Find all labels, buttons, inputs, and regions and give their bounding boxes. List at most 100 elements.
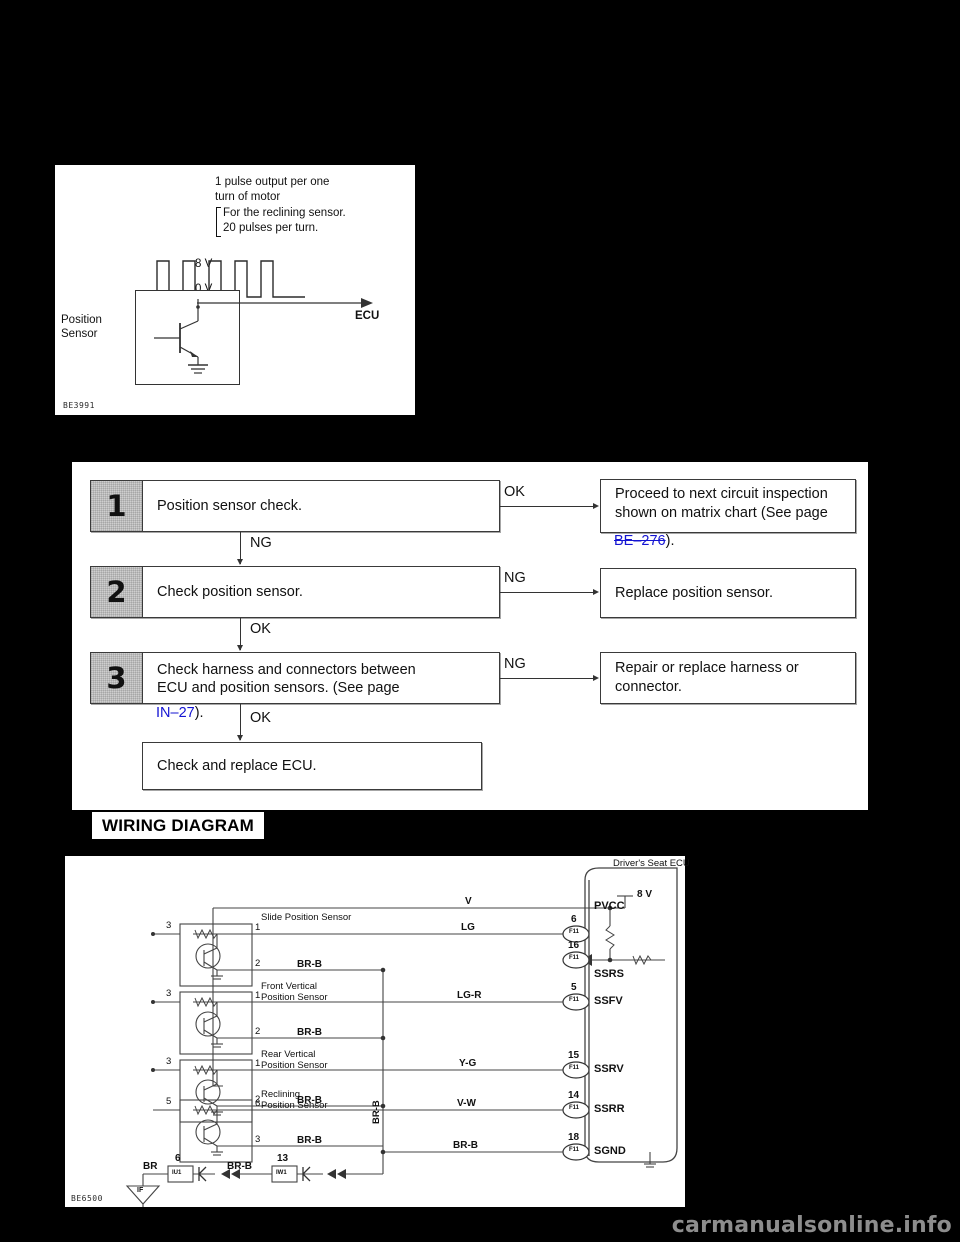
wiring-diagram-schematic <box>125 867 678 1207</box>
flow-arrow-3-ok-icon <box>236 735 243 741</box>
sensor-pin-rec-top: 6 <box>255 1098 261 1109</box>
ground-mid-wire-label: BR-B <box>227 1161 252 1172</box>
flow-step-2[interactable]: 2 Check position sensor. <box>90 566 500 618</box>
flow-result-1[interactable]: Proceed to next circuit inspection shown… <box>600 479 856 533</box>
flow-edge-label-2-ng: NG <box>504 570 526 586</box>
ecu-pin-number-18: 18 <box>568 1132 580 1143</box>
ecu-pin-number-16: 16 <box>568 940 580 951</box>
flow-step-3-link[interactable]: IN–27 <box>156 705 195 721</box>
supply-voltage-label: 8 V <box>637 889 653 900</box>
flow-step-2-number: 2 <box>91 567 143 617</box>
ecu-terminal-ssrr: SSRR <box>594 1103 625 1115</box>
flow-step-3-line1: Check harness and connectors between <box>157 662 416 678</box>
brace-bracket <box>216 207 221 237</box>
ecu-connector-18: F11 <box>569 1147 580 1153</box>
wire-label-ssfv: LG-R <box>457 990 482 1001</box>
ecu-terminal-pvcc: PVCC <box>594 900 625 912</box>
figure-code-top: BE3991 <box>63 401 95 410</box>
troubleshooting-flowchart: 1 Position sensor check. OK NG Proceed t… <box>72 462 868 810</box>
section-heading-wiring-diagram: WIRING DIAGRAM <box>92 812 265 841</box>
ground-wire-label-2: BR-B <box>297 1027 322 1038</box>
flow-step-1-number: 1 <box>91 481 143 531</box>
pulse-note-main: 1 pulse output per one turn of motor <box>215 176 330 203</box>
flow-edge-label-3-ng: NG <box>504 656 526 672</box>
position-sensor-figure: 1 pulse output per one turn of motor For… <box>55 165 415 415</box>
flow-edge-label-3-ok: OK <box>250 710 271 726</box>
wire-label-ssrr: V-W <box>457 1098 476 1109</box>
ground-symbol-label: IF <box>137 1187 144 1194</box>
position-sensor-label: Position Sensor <box>61 314 102 340</box>
wire-label-ssrs: LG <box>461 922 475 933</box>
flow-step-1-label: Position sensor check. <box>157 498 303 514</box>
ecu-connector-16: F11 <box>569 955 580 961</box>
flow-arrow-2-ng-icon <box>593 588 599 595</box>
flow-result-3[interactable]: Repair or replace harness or connector. <box>600 652 856 704</box>
flow-result-1-link-suffix: ). <box>665 533 675 549</box>
manual-page: 1 pulse output per one turn of motor For… <box>0 0 960 1242</box>
wire-label-ssrv: Y-G <box>459 1058 477 1069</box>
sensor-name-rear-vertical: Rear Vertical Position Sensor <box>261 1049 328 1071</box>
flow-step-2-label: Check position sensor. <box>157 584 303 600</box>
flow-arrow-1-ok-icon <box>593 502 599 509</box>
ground-connector-a-name: IW1 <box>276 1170 287 1176</box>
ground-connector-b-name: IU1 <box>172 1170 182 1176</box>
ground-final-wire-label: BR <box>143 1161 158 1172</box>
sensor-pin-rv-top: 1 <box>255 1058 261 1069</box>
pulse-note-sub: For the reclining sensor. 20 pulses per … <box>223 207 346 234</box>
sensor-pin-slide-left: 3 <box>166 920 172 931</box>
sensor-pin-rec-bottom: 3 <box>255 1134 261 1145</box>
flow-result-3-line2: connector. <box>615 679 682 695</box>
flow-edge-3-ng <box>500 678 595 679</box>
flow-result-2-line1: Replace position sensor. <box>615 584 773 601</box>
sensor-pin-fv-left: 3 <box>166 988 172 999</box>
ecu-title: Driver's Seat ECU <box>613 858 690 869</box>
sensor-name-front-vertical: Front Vertical Position Sensor <box>261 981 328 1003</box>
ecu-connector-5: F11 <box>569 997 580 1003</box>
ecu-connector-15: F11 <box>569 1065 580 1071</box>
ground-bus-wire-label: BR-B <box>371 1100 382 1124</box>
flow-result-1-line2: shown on matrix chart (See page <box>615 505 828 521</box>
flow-step-3-line2: ECU and position sensors. (See page <box>157 680 400 696</box>
sensor-name-slide: Slide Position Sensor <box>261 912 352 923</box>
ecu-terminal-ssfv: SSFV <box>594 995 623 1007</box>
sensor-pin-rec-left: 5 <box>166 1096 172 1107</box>
flow-final-box[interactable]: Check and replace ECU. <box>142 742 482 790</box>
ecu-connector-6: F11 <box>569 929 580 935</box>
flow-step-3-label: Check harness and connectors between ECU… <box>143 653 499 703</box>
flow-edge-1-ok <box>500 506 595 507</box>
ground-connector-a-number: 13 <box>277 1153 289 1164</box>
flow-edge-label-1-ng: NG <box>250 535 272 551</box>
flow-step-3-number: 3 <box>91 653 143 703</box>
flow-step-3-link-suffix: ). <box>194 705 204 721</box>
ecu-pin-number-5: 5 <box>571 982 577 993</box>
flow-step-1[interactable]: 1 Position sensor check. <box>90 480 500 532</box>
flow-arrow-1-ng-icon <box>236 559 243 565</box>
flow-edge-label-2-ok: OK <box>250 621 271 637</box>
figure-code-wiring: BE6500 <box>71 1194 103 1203</box>
ecu-connector-14: F11 <box>569 1105 580 1111</box>
ground-wire-label-1: BR-B <box>297 959 322 970</box>
ground-connector-b-number: 6 <box>175 1153 181 1164</box>
ecu-pin-number-14: 14 <box>568 1090 580 1101</box>
flow-step-3[interactable]: 3 Check harness and connectors between E… <box>90 652 500 704</box>
flow-result-1-link[interactable]: BE–276 <box>614 533 666 549</box>
ecu-pin-number-6: 6 <box>571 914 577 925</box>
flow-result-1-line1: Proceed to next circuit inspection <box>615 486 828 502</box>
ecu-output-label: ECU <box>355 310 380 322</box>
flow-step-3-link-row[interactable]: IN–27). <box>156 705 204 721</box>
ecu-pin-number-15: 15 <box>568 1050 580 1061</box>
flow-result-2[interactable]: Replace position sensor. <box>600 568 856 618</box>
flow-result-1-link-row[interactable]: BE–276). <box>614 533 674 549</box>
sensor-pin-rv-left: 3 <box>166 1056 172 1067</box>
flow-arrow-3-ng-icon <box>593 674 599 681</box>
ecu-terminal-ssrv: SSRV <box>594 1063 624 1075</box>
site-watermark: carmanualsonline.info <box>671 1213 952 1238</box>
flow-arrow-2-ok-icon <box>236 645 243 651</box>
ground-wire-label-4: BR-B <box>297 1135 322 1146</box>
sensor-pin-fv-top: 1 <box>255 990 261 1001</box>
wire-label-pvcc: V <box>465 896 472 907</box>
sensor-pin-slide-bottom: 2 <box>255 958 261 969</box>
sensor-pin-fv-bottom: 2 <box>255 1026 261 1037</box>
flow-edge-label-1-ok: OK <box>504 484 525 500</box>
sensor-pin-slide-top: 1 <box>255 922 261 933</box>
